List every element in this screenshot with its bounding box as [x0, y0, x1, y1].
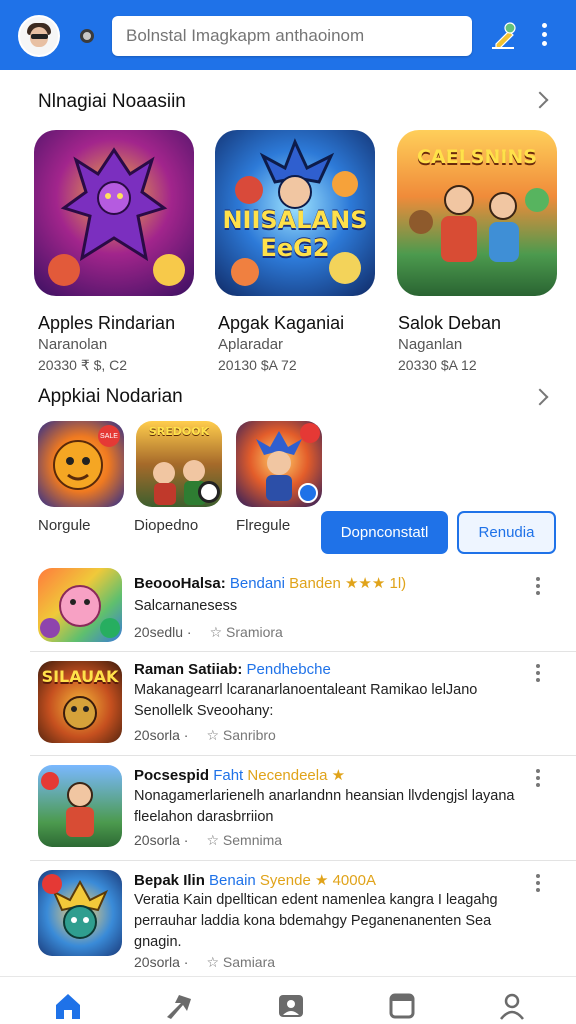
- featured-meta: 20130 $A 72: [218, 357, 297, 373]
- list-app-icon[interactable]: [38, 870, 122, 956]
- app-label: Diopedno: [134, 517, 199, 534]
- app-label: Norgule: [38, 517, 91, 534]
- apps-icon[interactable]: [386, 991, 418, 1021]
- art-title: NIISALANS EeG2: [222, 206, 368, 262]
- notification-badge: [300, 423, 320, 443]
- list-item-desc: Salcarnanesess: [134, 598, 238, 614]
- avatar[interactable]: [18, 15, 60, 57]
- top-bar: [0, 0, 576, 70]
- featured-title: Apples Rindarian: [38, 313, 176, 333]
- featured-card[interactable]: NIISALANS EeG2: [215, 130, 379, 296]
- list-item-meta: 20sorla · ☆ Samiara: [134, 954, 276, 970]
- game-art: [34, 130, 194, 296]
- featured-card[interactable]: [34, 130, 198, 296]
- list-app-icon[interactable]: SILAUAK: [38, 661, 122, 743]
- art-title: SREDOOK: [148, 425, 210, 438]
- list-app-icon[interactable]: [38, 765, 122, 847]
- search-bar[interactable]: [112, 16, 472, 56]
- list-item-meta: 20sorla · ☆ Sanribro: [134, 727, 276, 743]
- profile-icon[interactable]: [496, 991, 528, 1021]
- search-input[interactable]: [112, 16, 472, 56]
- list-item-meta: 20sorla · ☆ Semnima: [134, 832, 283, 848]
- home-icon[interactable]: [52, 991, 84, 1021]
- more-options-icon[interactable]: [532, 874, 544, 894]
- featured-title: Apgak Kaganiai: [218, 313, 345, 333]
- game-art: CAELSNINS: [397, 130, 557, 296]
- list-item-title: Raman Satiiab: Pendhebche: [134, 661, 331, 678]
- list-item-title: BeoooHalsa: Bendani Banden ★★★ 1l): [134, 575, 407, 592]
- list-item-desc: Makanagearrl lcaranarlanoentaleant Ramik…: [134, 682, 478, 719]
- sale-badge: SALE: [98, 425, 120, 447]
- featured-card[interactable]: CAELSNINS: [397, 130, 561, 296]
- chevron-right-icon[interactable]: [531, 388, 549, 406]
- more-options-icon[interactable]: [532, 577, 544, 597]
- chevron-right-icon[interactable]: [531, 91, 549, 109]
- edit-icon[interactable]: [490, 20, 518, 50]
- primary-action-button[interactable]: Dopnconstatl: [321, 511, 448, 554]
- more-options-icon[interactable]: [532, 769, 544, 789]
- verified-badge-icon: [298, 483, 318, 503]
- list-item-title: Pocsespid Faht Necendeela ★: [134, 767, 346, 784]
- list-item-meta: 20sedlu · ☆ Sramiora: [134, 624, 283, 640]
- featured-meta: 20330 $A 12: [398, 357, 477, 373]
- bottom-navigation: [0, 976, 576, 1024]
- featured-subtitle: Aplaradar: [218, 336, 284, 353]
- overflow-menu-icon[interactable]: [534, 23, 554, 49]
- featured-meta: 20330 ₹ $, C2: [38, 357, 128, 373]
- mic-icon[interactable]: [80, 29, 94, 43]
- featured-title: Salok Deban: [398, 313, 502, 333]
- play-badge-icon: [198, 481, 220, 503]
- app-label: Flregule: [236, 517, 291, 534]
- app-icon[interactable]: [236, 421, 322, 507]
- app-icon[interactable]: SREDOOK: [136, 421, 222, 507]
- more-options-icon[interactable]: [532, 664, 544, 684]
- list-app-icon[interactable]: [38, 568, 122, 642]
- explore-icon[interactable]: [163, 991, 195, 1021]
- art-title: CAELSNINS: [417, 146, 537, 168]
- library-icon[interactable]: [275, 991, 307, 1021]
- secondary-action-button[interactable]: Renudia: [457, 511, 556, 554]
- featured-subtitle: Naranolan: [38, 336, 108, 353]
- list-item-desc: Nonagamerlarienelh anarlandnn heansian l…: [134, 788, 515, 825]
- section-title-apps: Appkiai Nodarian: [38, 386, 183, 407]
- section-title-featured: Nlnagiai Noaasiin: [38, 91, 186, 112]
- list-item-desc: Veratia Kain dpelltican edent namenlea k…: [134, 892, 498, 950]
- list-item-title: Bepak Ilin Benain Syende ★ 4000A: [134, 872, 376, 889]
- game-art: NIISALANS EeG2: [215, 130, 375, 296]
- featured-subtitle: Naganlan: [398, 336, 463, 353]
- app-icon[interactable]: SALE: [38, 421, 124, 507]
